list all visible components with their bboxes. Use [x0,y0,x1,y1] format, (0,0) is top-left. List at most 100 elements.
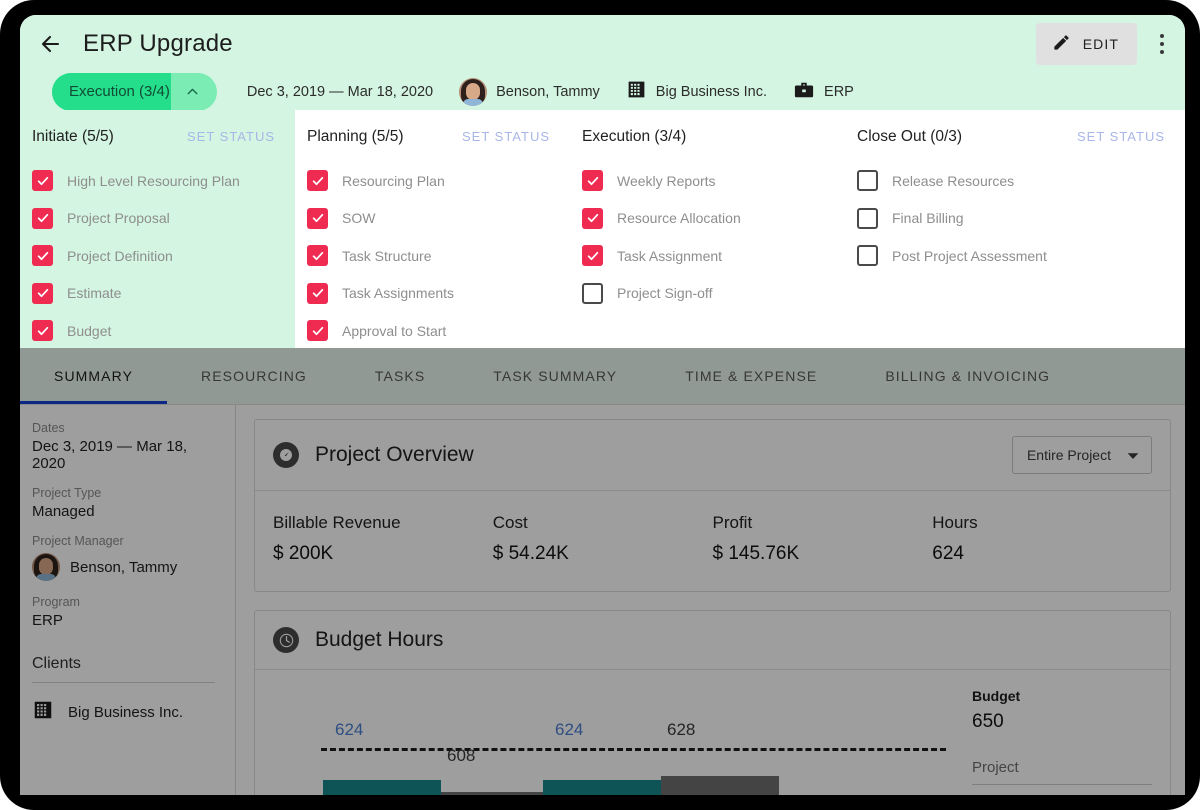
phase-title: Execution (3/4) [582,128,686,146]
sidebar-field-label: Project Manager [32,534,215,548]
kpi-value: $ 200K [273,543,493,565]
checklist-item[interactable]: Estimate [20,275,295,313]
phase-header: Execution (3/4) [570,128,845,146]
bar-value-label: 608 [447,746,475,766]
budget-hours-title: Budget Hours [315,628,443,652]
sidebar-field-value: ERP [32,612,215,629]
phase-header: Initiate (5/5)SET STATUS [20,128,295,146]
app-header: ERP Upgrade EDIT Execution (3/4) [20,15,1185,110]
set-status-link[interactable]: SET STATUS [187,129,275,144]
checklist-item-label: Estimate [67,285,121,301]
checklist-item[interactable]: Post Project Assessment [845,237,1185,275]
checklist-item-label: Approval to Start [342,323,446,339]
header-dates: Dec 3, 2019 — Mar 18, 2020 [247,84,433,100]
sidebar-field-label: Project Type [32,486,215,500]
checkbox-checked-icon[interactable] [582,245,603,266]
chart-plot-area: 624 608 624 628 [255,670,960,795]
bar-value-label: 628 [667,720,695,740]
kpi-billable-revenue: Billable Revenue $ 200K [273,513,493,565]
checkbox-unchecked-icon[interactable] [857,170,878,191]
checkbox-checked-icon[interactable] [32,320,53,341]
checklist-item[interactable]: Task Structure [295,237,570,275]
phase-column-planning: Planning (5/5)SET STATUSResourcing PlanS… [295,110,570,348]
budget-hours-header: Budget Hours [255,611,1170,670]
checkbox-unchecked-icon[interactable] [582,283,603,304]
checklist-item-label: Release Resources [892,173,1014,189]
checkbox-checked-icon[interactable] [582,208,603,229]
checkbox-checked-icon[interactable] [582,170,603,191]
app-screen: ERP Upgrade EDIT Execution (3/4) [20,15,1185,795]
checklist-item-label: Task Assignments [342,285,454,301]
building-icon [626,79,647,104]
phase-column-execution: Execution (3/4) Weekly ReportsResource Al… [570,110,845,348]
checkbox-checked-icon[interactable] [307,245,328,266]
kpi-profit: Profit $ 145.76K [713,513,933,565]
tab-resourcing[interactable]: RESOURCING [167,348,341,404]
bar-actual-1 [441,792,559,795]
checklist-item[interactable]: Weekly Reports [570,162,845,200]
avatar [32,553,60,581]
speedometer-icon [273,442,299,468]
kpi-value: $ 145.76K [713,543,933,565]
tab-task-summary[interactable]: TASK SUMMARY [459,348,651,404]
checkbox-checked-icon[interactable] [32,283,53,304]
checklist-item[interactable]: Project Sign-off [570,275,845,313]
checkbox-checked-icon[interactable] [32,245,53,266]
checklist-item-label: Project Sign-off [617,285,712,301]
details-sidebar: DatesDec 3, 2019 — Mar 18, 2020Project T… [20,405,236,795]
checkbox-checked-icon[interactable] [307,170,328,191]
checklist-item[interactable]: Release Resources [845,162,1185,200]
checkbox-checked-icon[interactable] [32,170,53,191]
checklist-item[interactable]: SOW [295,200,570,238]
kpi-label: Profit [713,513,933,533]
edit-button-label: EDIT [1083,36,1119,52]
checklist-item[interactable]: Project Proposal [20,200,295,238]
kpi-value: $ 54.24K [493,543,713,565]
tab-billing-invoicing[interactable]: BILLING & INVOICING [851,348,1084,404]
project-overview-header: Project Overview Entire Project [255,420,1170,491]
legend-project-label: Project [972,759,1152,785]
checkbox-checked-icon[interactable] [307,208,328,229]
edit-button[interactable]: EDIT [1036,23,1137,65]
bar-actual-2 [661,776,779,795]
pencil-icon [1052,33,1071,55]
checkbox-unchecked-icon[interactable] [857,245,878,266]
checklist-item[interactable]: Final Billing [845,200,1185,238]
checklist-item[interactable]: Approval to Start [295,312,570,350]
tab-tasks[interactable]: TASKS [341,348,459,404]
kpi-value: 624 [932,543,1152,565]
tab-summary[interactable]: SUMMARY [20,348,167,404]
checklist-item[interactable]: Budget [20,312,295,350]
checklist-item[interactable]: Project Definition [20,237,295,275]
checkbox-unchecked-icon[interactable] [857,208,878,229]
page-body: SUMMARYRESOURCINGTASKSTASK SUMMARYTIME &… [20,348,1185,795]
kebab-menu-icon[interactable] [1145,23,1179,65]
kpi-label: Billable Revenue [273,513,493,533]
checkbox-checked-icon[interactable] [307,320,328,341]
checklist-item[interactable]: Resourcing Plan [295,162,570,200]
project-scope-dropdown[interactable]: Entire Project [1012,436,1152,474]
checkbox-checked-icon[interactable] [32,208,53,229]
header-client: Big Business Inc. [626,79,767,104]
kebab-dot [1160,34,1164,38]
checkbox-checked-icon[interactable] [307,283,328,304]
sidebar-client-row[interactable]: Big Business Inc. [32,699,215,725]
checklist-item-label: Task Structure [342,248,431,264]
bar-value-label: 624 [335,720,363,740]
project-kpi-row: Billable Revenue$ 200KCost$ 54.24KProfit… [255,491,1170,591]
set-status-link[interactable]: SET STATUS [462,129,550,144]
sidebar-field-value: Benson, Tammy [32,553,215,581]
checklist-item[interactable]: Resource Allocation [570,200,845,238]
phase-column-initiate: Initiate (5/5)SET STATUS High Level Resou… [20,110,295,348]
checklist-item[interactable]: Task Assignment [570,237,845,275]
set-status-link[interactable]: SET STATUS [1077,129,1165,144]
checklist-item[interactable]: Task Assignments [295,275,570,313]
kpi-label: Hours [932,513,1152,533]
arrow-left-icon[interactable] [35,29,65,59]
sidebar-field-label: Program [32,595,215,609]
status-pill[interactable]: Execution (3/4) [52,73,217,111]
tab-time-expense[interactable]: TIME & EXPENSE [651,348,851,404]
budget-hours-card: Budget Hours 624 608 624 [254,610,1171,795]
building-icon [32,699,54,725]
checklist-item[interactable]: High Level Resourcing Plan [20,162,295,200]
